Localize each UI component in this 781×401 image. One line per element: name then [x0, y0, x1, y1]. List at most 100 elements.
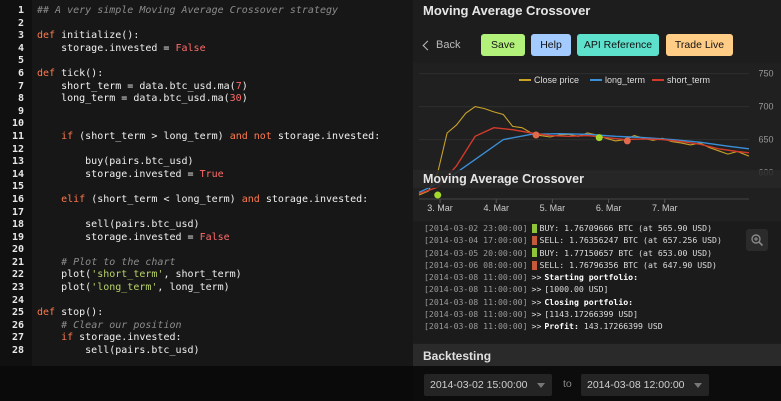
backtesting-header: Backtesting	[413, 344, 781, 366]
code-line[interactable]: 6 def tick():	[0, 68, 413, 81]
x-tick-label: 3. Mar	[427, 203, 453, 213]
trade-marker	[531, 248, 537, 258]
line-number: 22	[11, 269, 24, 281]
code-line[interactable]: 28 sell(pairs.btc_usd)	[0, 345, 413, 358]
trade-live-button[interactable]: Trade Live	[666, 34, 733, 56]
log-text: BUY: 1.76709666 BTC (at 565.90 USD)	[539, 223, 713, 233]
x-tick-label: 6. Mar	[596, 203, 622, 213]
code-line[interactable]: 16 elif (short_term < long_term) and sto…	[0, 194, 413, 207]
log-timestamp: [2014-03-05 20:00:00]	[424, 247, 528, 258]
code-line[interactable]: 14 storage.invested = True	[0, 169, 413, 182]
line-code: ## A very simple Moving Average Crossove…	[37, 5, 339, 16]
price-chart[interactable]: 7507006506003. Mar4. Mar5. Mar6. Mar7. M…	[413, 63, 781, 221]
code-line[interactable]: 11 if (short_term > long_term) and not s…	[0, 131, 413, 144]
line-code: storage.invested = True	[37, 168, 224, 180]
date-separator: to	[563, 378, 572, 390]
sell-marker	[532, 131, 540, 139]
x-tick-label: 4. Mar	[483, 203, 509, 213]
code-line[interactable]: 24	[0, 295, 413, 308]
code-editor[interactable]: 1 ## A very simple Moving Average Crossov…	[0, 0, 413, 366]
line-code: buy(pairs.btc_usd)	[37, 156, 194, 168]
code-line[interactable]: 5	[0, 55, 413, 68]
line-code: # Clear our position	[61, 319, 182, 331]
code-line[interactable]: 15	[0, 181, 413, 194]
buy-marker	[434, 191, 442, 199]
line-number: 7	[17, 80, 24, 92]
log-line: [2014-03-08 11:00:00] >> [1143.17266399 US…	[413, 308, 781, 320]
code-line[interactable]: 23 plot('long_term', long_term)	[0, 282, 413, 295]
code-line[interactable]: 8 long_term = data.btc_usd.ma(30)	[0, 93, 413, 106]
line-number: 14	[11, 168, 24, 180]
code-line[interactable]: 21 # Plot to the chart	[0, 257, 413, 270]
help-button[interactable]: Help	[531, 34, 571, 56]
line-code: plot('long_term', long_term)	[37, 282, 230, 294]
code-line[interactable]: 19 storage.invested = False	[0, 232, 413, 245]
log-timestamp: [2014-03-02 23:00:00]	[424, 223, 528, 233]
buy-marker	[595, 134, 603, 142]
back-button[interactable]: Back	[421, 34, 460, 56]
log-prompt: >>	[531, 284, 542, 295]
start-date-select[interactable]: 2014-03-02 15:00:00	[424, 374, 552, 396]
caret-down-icon	[694, 383, 702, 388]
code-line[interactable]: 1 ## A very simple Moving Average Crossov…	[0, 5, 413, 18]
code-line[interactable]: 13 buy(pairs.btc_usd)	[0, 156, 413, 169]
log-label: Profit:	[544, 321, 579, 332]
code-line[interactable]: 12	[0, 144, 413, 157]
code-line[interactable]: 26 # Clear our position	[0, 320, 413, 333]
log-timestamp: [2014-03-08 11:00:00]	[424, 284, 528, 295]
code-line[interactable]: 9	[0, 106, 413, 119]
line-code: if (short_term > long_term) and not stor…	[61, 130, 381, 142]
caret-down-icon	[537, 383, 545, 388]
line-number: 1	[17, 5, 24, 16]
zoom-button[interactable]	[746, 229, 768, 251]
x-tick-label: 7. Mar	[652, 203, 678, 213]
code-line[interactable]: 10	[0, 118, 413, 131]
line-number: 15	[11, 181, 24, 193]
line-number: 6	[17, 67, 24, 79]
api-reference-button[interactable]: API Reference	[577, 34, 659, 56]
line-number: 27	[11, 332, 24, 344]
log-line: [2014-03-08 11:00:00] >> [1000.00 USD]	[413, 283, 781, 295]
log-label: Closing portfolio:	[544, 296, 634, 307]
code-line[interactable]: 25 def stop():	[0, 307, 413, 320]
log-line: [2014-03-08 11:00:00] >> Starting portfoli…	[413, 271, 781, 283]
save-button[interactable]: Save	[481, 34, 525, 56]
line-number: 26	[11, 319, 24, 331]
end-date-select[interactable]: 2014-03-08 12:00:00	[581, 374, 709, 396]
log-timestamp: [2014-03-08 11:00:00]	[424, 309, 528, 320]
strategy-panel: Moving Average Crossover Back Save Help …	[413, 0, 781, 366]
code-line[interactable]: 18 sell(pairs.btc_usd)	[0, 219, 413, 232]
log-text: [1000.00 USD]	[544, 284, 609, 295]
line-number: 28	[11, 345, 24, 357]
log-label: Starting portfolio:	[544, 272, 639, 283]
log-line: [2014-03-06 08:00:00] SELL: 1.76796356 BT…	[413, 259, 781, 271]
code-line[interactable]: 2	[0, 18, 413, 31]
code-line[interactable]: 22 plot('short_term', short_term)	[0, 269, 413, 282]
line-number: 3	[17, 30, 24, 42]
toolbar: Back Save Help API Reference Trade Live	[421, 34, 771, 56]
trade-marker	[531, 235, 537, 245]
line-code: # Plot to the chart	[61, 256, 176, 268]
log-text: BUY: 1.77150657 BTC (at 653.00 USD)	[539, 247, 713, 258]
chart-overlay-title-text: Moving Average Crossover	[423, 172, 584, 186]
log-timestamp: [2014-03-06 08:00:00]	[424, 259, 528, 270]
code-line[interactable]: 7 short_term = data.btc_usd.ma(7)	[0, 81, 413, 94]
backtesting-label: Backtesting	[423, 349, 492, 363]
code-line[interactable]: 3 def initialize():	[0, 30, 413, 43]
line-number: 16	[11, 193, 24, 205]
panel-title: Moving Average Crossover	[423, 3, 591, 18]
line-number: 23	[11, 282, 24, 294]
code-line[interactable]: 4 storage.invested = False	[0, 43, 413, 56]
code-line[interactable]: 27 if storage.invested:	[0, 332, 413, 345]
backtest-log: [2014-03-02 23:00:00] BUY: 1.76709666 BTC…	[413, 222, 781, 342]
log-prompt: >>	[531, 309, 542, 320]
line-number: 11	[11, 130, 24, 142]
line-number: 5	[17, 55, 24, 67]
code-line[interactable]: 20	[0, 244, 413, 257]
y-tick-label: 750	[758, 69, 773, 79]
code-lines[interactable]: 1 ## A very simple Moving Average Crossov…	[0, 5, 413, 358]
code-line[interactable]: 17	[0, 207, 413, 220]
chart-svg: 7507006506003. Mar4. Mar5. Mar6. Mar7. M…	[418, 69, 774, 213]
line-number: 17	[11, 206, 24, 218]
line-number: 21	[11, 256, 24, 268]
